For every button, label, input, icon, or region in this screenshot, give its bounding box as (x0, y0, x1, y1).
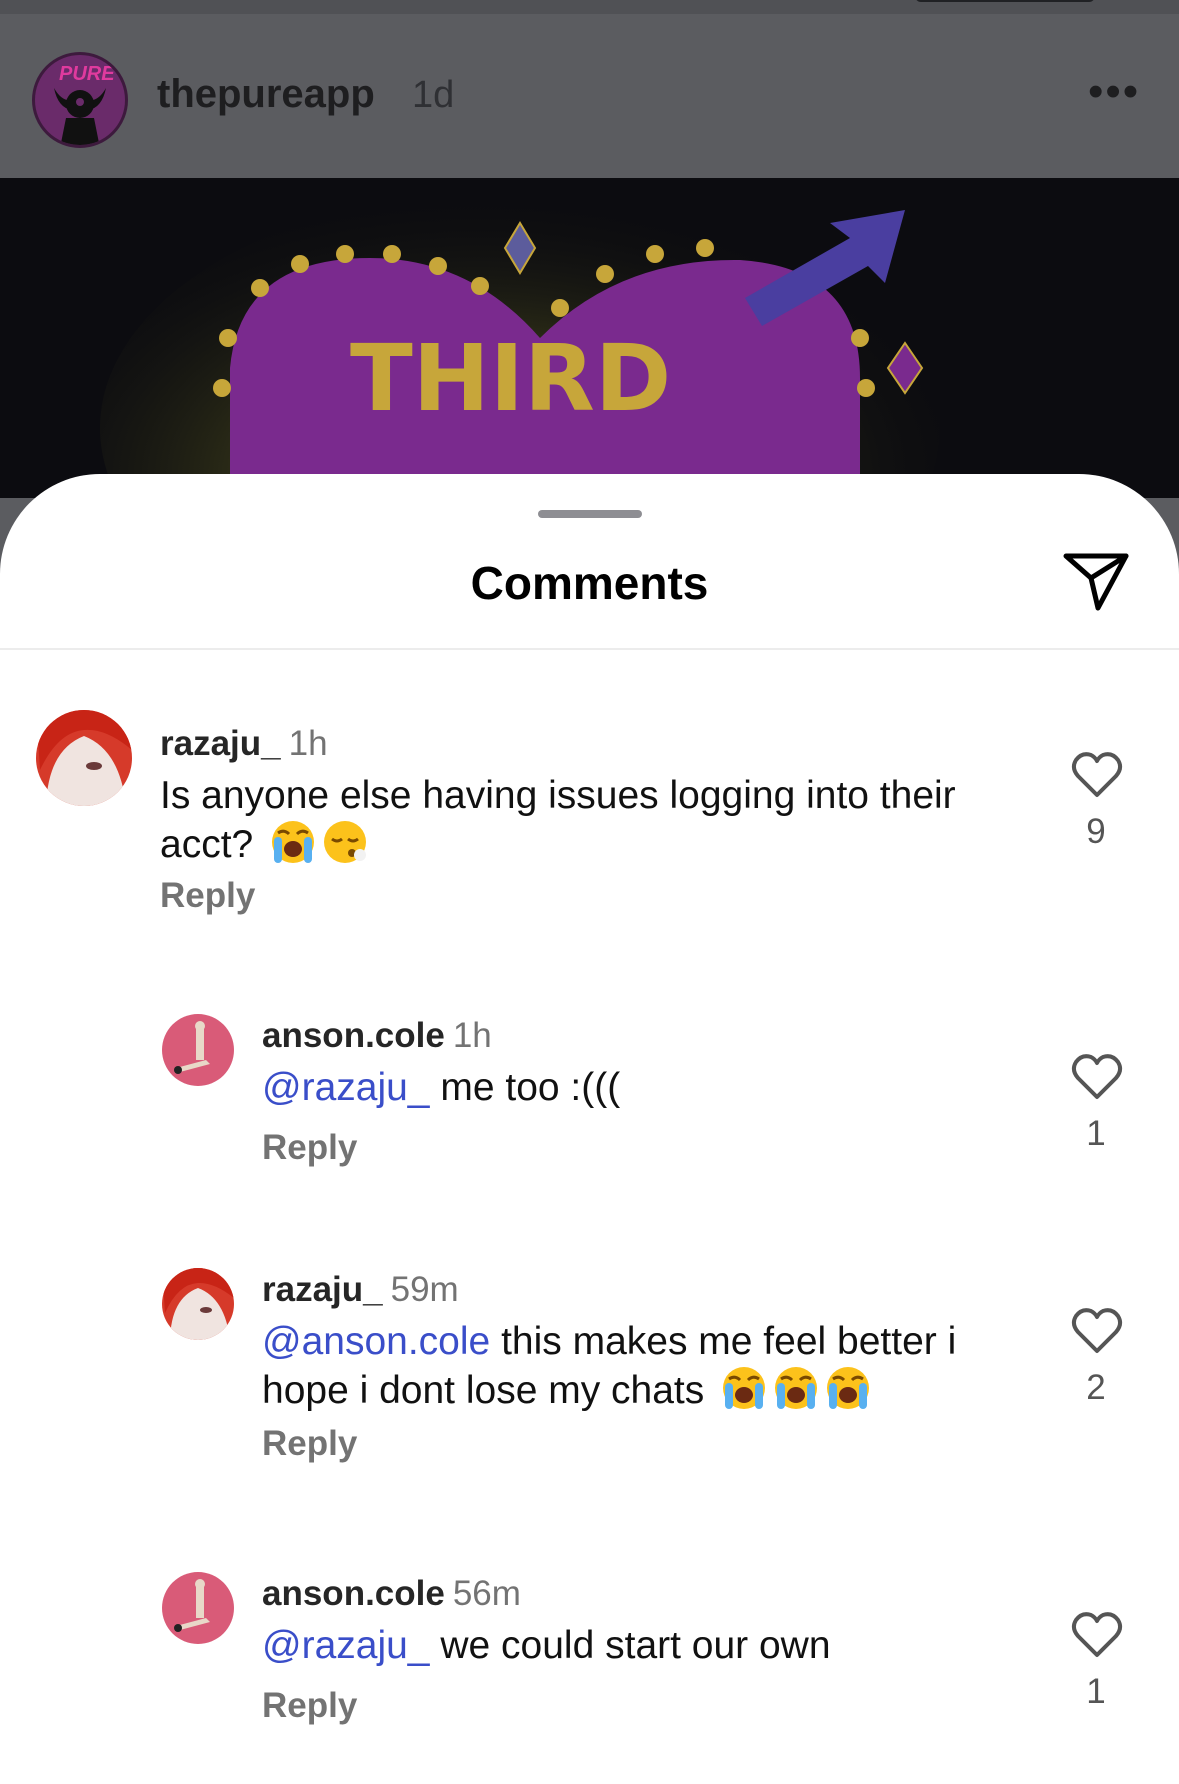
reply-button[interactable]: Reply (160, 876, 255, 916)
sheet-title: Comments (470, 557, 709, 609)
avatar-pink-figure-icon (162, 1014, 234, 1086)
heart-icon[interactable] (1070, 1610, 1124, 1660)
mention-link[interactable]: @razaju_ (262, 1066, 430, 1109)
artwork-title-text: THIRD (350, 325, 671, 432)
comment-time: 1h (288, 724, 328, 763)
avatar[interactable] (162, 1572, 234, 1644)
like-count: 2 (1086, 1368, 1106, 1407)
comment-body: me too :((( (429, 1066, 621, 1109)
sheet-divider (0, 648, 1179, 650)
post-author-avatar[interactable]: PURE (32, 52, 128, 148)
comment-username[interactable]: anson.cole (262, 1016, 445, 1055)
avatar-pink-figure-icon (162, 1572, 234, 1644)
loudly-crying-face-icon (775, 1367, 818, 1409)
avatar-anime-redhead-icon (36, 710, 132, 806)
share-icon[interactable] (1060, 548, 1132, 614)
status-bar-strip (0, 0, 1179, 14)
post-image: THIRD (0, 178, 1179, 498)
comment-username[interactable]: razaju_ (160, 724, 281, 763)
face-exhaling-icon (324, 821, 367, 863)
avatar[interactable] (162, 1268, 234, 1340)
loudly-crying-face-icon (827, 1367, 870, 1409)
sheet-grabber[interactable] (538, 510, 642, 518)
reply-button[interactable]: Reply (262, 1686, 357, 1726)
devil-logo-icon (54, 88, 106, 145)
top-handle (915, 0, 1095, 2)
reply-button[interactable]: Reply (262, 1128, 357, 1168)
comments-sheet: Comments razaju_ 1h Is anyone else having… (0, 474, 1179, 1784)
mention-link[interactable]: @razaju_ (262, 1624, 430, 1667)
comment-body: we could start our own (429, 1624, 831, 1667)
comment-time: 56m (452, 1574, 521, 1613)
post-time: 1d (412, 74, 455, 116)
comment-text: @razaju_ we could start our own (262, 1622, 1122, 1669)
comment-text: @razaju_ me too :((( (262, 1064, 1122, 1111)
post-author-username[interactable]: thepureapp (157, 72, 375, 117)
comment-time: 1h (452, 1016, 492, 1055)
heart-icon[interactable] (1070, 750, 1124, 800)
loudly-crying-face-icon (723, 1367, 766, 1409)
like-count: 1 (1086, 1672, 1106, 1711)
post-header: PURE thepureapp 1d ••• (0, 0, 1179, 178)
comment-time: 59m (390, 1270, 459, 1309)
loudly-crying-face-icon (272, 821, 315, 863)
heart-icon[interactable] (1070, 1052, 1124, 1102)
comment-text: @anson.cole this makes me feel better i … (262, 1318, 1022, 1414)
reply-button[interactable]: Reply (262, 1424, 357, 1464)
mention-link[interactable]: @anson.cole (262, 1320, 490, 1363)
comment-text: Is anyone else having issues logging int… (160, 772, 1020, 868)
heart-icon[interactable] (1070, 1306, 1124, 1356)
third-wheel-artwork: THIRD (100, 188, 940, 498)
comment-username[interactable]: razaju_ (262, 1270, 383, 1309)
like-count: 9 (1086, 812, 1106, 851)
avatar-anime-redhead-icon (162, 1268, 234, 1340)
avatar[interactable] (162, 1014, 234, 1086)
more-options-button[interactable]: ••• (1088, 70, 1140, 114)
like-count: 1 (1086, 1114, 1106, 1153)
avatar[interactable] (36, 710, 132, 806)
comment-username[interactable]: anson.cole (262, 1574, 445, 1613)
